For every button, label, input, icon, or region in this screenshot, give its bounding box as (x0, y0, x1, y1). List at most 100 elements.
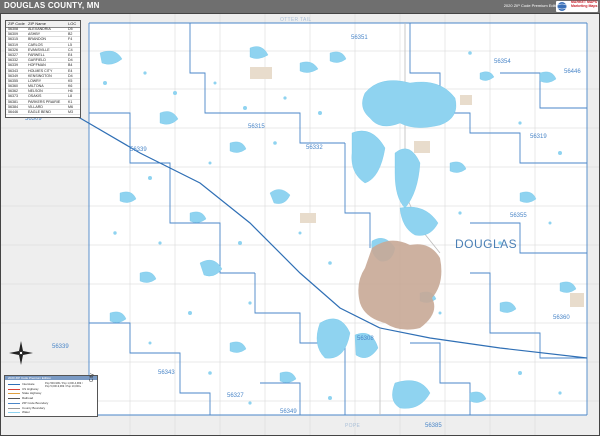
legend-swatch (8, 384, 20, 385)
legend-swatch (8, 393, 20, 395)
outside-county-south (0, 415, 600, 436)
legend-item-label: Water (22, 410, 30, 415)
legend-swatch (8, 407, 20, 409)
zip-table-cell-code: 56349 (8, 73, 18, 78)
legend-heading: 2020 ZIP Code Premium Edition (8, 376, 51, 380)
legend-item-label: US Highway (22, 386, 39, 391)
zip-label: 56327 (227, 393, 244, 399)
zip-table-cell-code: 56309 (8, 32, 18, 37)
zip-label: 56360 (553, 315, 570, 321)
zip-table-cell-name: KENSINGTON (28, 73, 52, 78)
zip-table-cell-code: 56308 (8, 27, 18, 31)
legend-population-scale: Pop 500-999 / Pop 1,000-4,999 / Pop 5,00… (45, 382, 83, 389)
zip-label: 56355 (510, 213, 527, 219)
zip-table-cell-loc: E4 (68, 52, 73, 57)
zip-table-cell-name: VILLARD (28, 104, 43, 109)
map-legend: 2020 ZIP Code Premium Edition Interstate… (4, 373, 98, 417)
zip-table-cell-loc: D4 (68, 73, 73, 78)
zip-table-cell-name: EAGLE BEND (28, 110, 51, 114)
zip-table-cell-name: MILTONA (28, 84, 44, 89)
zip-table-cell-name: EVANSVILLE (28, 47, 50, 52)
zip-table-cell-code: 56360 (8, 84, 18, 89)
zip-table-cell-code: 56446 (8, 110, 18, 114)
zip-table-cell-name: ALEXANDRIA (28, 27, 51, 31)
zip-table-cell-name: CARLOS (28, 42, 43, 47)
county-label: DOUGLAS (455, 237, 518, 251)
zip-table-cell-loc: M6 (68, 104, 73, 109)
zip-table-cell-loc: K6 (68, 84, 73, 89)
zip-table-cell-loc: C4 (68, 47, 73, 52)
zip-index-table: ZIP Code ZIP Name LOC 56308 ALEXANDRIA D5 5… (5, 20, 81, 118)
zip-table-cell-code: 56326 (8, 47, 18, 52)
outside-county-east (587, 13, 600, 436)
zip-table-body: 56308 ALEXANDRIA D5 56309 ASHBY B2 56315 BRANDO… (6, 27, 80, 116)
zip-label: 56446 (564, 69, 581, 75)
publisher-logo: MARKET MAPS Marketing Maps (556, 0, 598, 12)
legend-swatch (8, 398, 20, 400)
zip-table-cell-code: 56343 (8, 68, 18, 73)
zip-table-header-name: ZIP Name (28, 21, 46, 26)
globe-icon (557, 2, 567, 11)
zip-table-cell-code: 56355 (8, 78, 18, 83)
legend-item-label: ZIP Code Boundary (22, 400, 49, 405)
zip-label: 56315 (248, 124, 265, 130)
zip-table-cell-name: OSAKIS (28, 94, 42, 99)
zip-table-cell-code: 56315 (8, 37, 18, 42)
legend-city-label: City (89, 373, 95, 382)
zip-table-cell-code: 56332 (8, 58, 18, 63)
zip-label: 56319 (530, 134, 547, 140)
zip-label: 56343 (158, 370, 175, 376)
zip-table-cell-loc: E4 (68, 68, 73, 73)
zip-table-cell-loc: B2 (68, 32, 73, 37)
zip-table-cell-loc: L8 (68, 94, 72, 99)
zip-table-cell-loc: D5 (68, 27, 73, 31)
legend-item-label: Interstate (22, 382, 35, 386)
zip-label: 56339 (52, 344, 69, 350)
legend-swatch (8, 388, 20, 390)
zip-table-cell-name: NELSON (28, 89, 43, 94)
map-frame: DOUGLAS COUNTY, MN 2020 ZIP Code Premium… (0, 0, 600, 436)
zip-table-cell-code: 56339 (8, 63, 18, 68)
map-title: DOUGLAS COUNTY, MN (4, 1, 100, 10)
zip-table-header-loc: LOC (68, 21, 77, 26)
zip-label: 56349 (280, 409, 297, 415)
zip-table-cell-name: ASHBY (28, 32, 41, 37)
legend-item: Water (8, 410, 68, 415)
zip-label: 56332 (306, 145, 323, 151)
zip-table-cell-code: 56381 (8, 99, 18, 104)
zip-table-cell-name: HOLMES CITY (28, 68, 53, 73)
legend-heading-bar: 2020 ZIP Code Premium Edition (5, 376, 97, 380)
zip-table-cell-loc: L5 (68, 42, 72, 47)
title-bar: DOUGLAS COUNTY, MN 2020 ZIP Code Premium… (0, 0, 600, 13)
zip-table-cell-loc: K1 (68, 99, 73, 104)
zip-table-cell-loc: K5 (68, 78, 73, 83)
zip-table-cell-code: 56373 (8, 94, 18, 99)
zip-table-cell-loc: D4 (68, 58, 73, 63)
zip-label: 56385 (425, 423, 442, 429)
zip-label: 56351 (351, 35, 368, 41)
zip-table-cell-name: FARWELL (28, 52, 45, 57)
edition-label: 2020 ZIP Code Premium Edition (503, 3, 561, 8)
zip-label: 56339 (130, 147, 147, 153)
legend-item-label: County Boundary (22, 405, 46, 410)
legend-item-label: Railroad (22, 396, 34, 401)
zip-table-cell-loc: H6 (68, 89, 73, 94)
logo-text: MARKET MAPS Marketing Maps (571, 0, 598, 8)
alexandria-urban-area (358, 240, 442, 330)
zip-table-header-code: ZIP Code (8, 21, 25, 26)
zip-table-cell-loc: M3 (68, 110, 73, 114)
zip-table-cell-name: HOFFMAN (28, 63, 46, 68)
zip-table-cell-name: GARFIELD (28, 58, 46, 63)
zip-table-cell-code: 56362 (8, 89, 18, 94)
zip-table-cell-code: 56384 (8, 104, 18, 109)
legend-swatch (8, 412, 20, 414)
zip-label: 56354 (494, 59, 511, 65)
zip-label: 56308 (357, 336, 374, 342)
legend-item-label: State Highway (22, 391, 42, 396)
zip-table-cell-name: BRANDON (28, 37, 46, 42)
zip-table-cell-code: 56319 (8, 42, 18, 47)
zip-table-cell-name: LOWRY (28, 78, 42, 83)
zip-table-cell-name: PARKERS PRAIRIE (28, 99, 61, 104)
zip-table-cell-loc: F4 (68, 37, 73, 42)
neighbor-label-north: OTTER TAIL (280, 17, 312, 23)
